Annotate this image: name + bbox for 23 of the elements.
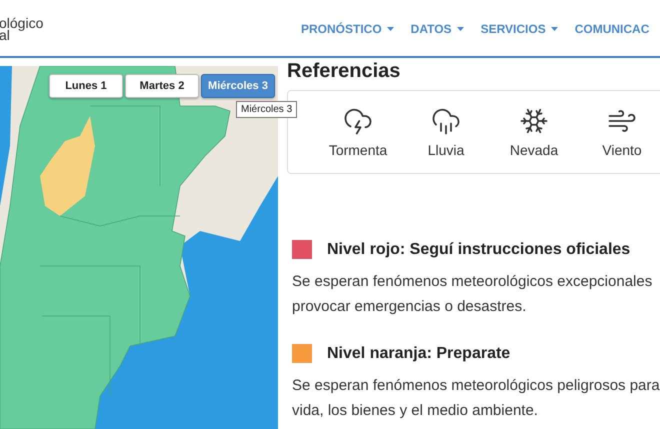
day-tab[interactable]: Lunes 1: [49, 74, 123, 98]
nav-link[interactable]: COMUNICAC: [574, 22, 650, 36]
level-description: Se esperan fenómenos meteorológicos excepcionales provocar emergencias o desastres.: [292, 272, 654, 317]
nav-link[interactable]: DATOS: [410, 22, 464, 36]
nav-link[interactable]: PRONÓSTICO: [301, 22, 394, 36]
phenomenon-label: Tormenta: [328, 142, 388, 158]
snowflake-icon: [519, 106, 549, 136]
day-tab[interactable]: Miércoles 3: [201, 74, 275, 98]
phenomenon-label: Viento: [602, 142, 642, 158]
storm-cloud-icon: [343, 106, 373, 136]
tooltip: Miércoles 3: [236, 101, 298, 118]
level-title: Nivel rojo: Seguí instrucciones oficiales: [327, 240, 630, 258]
phenomenon-label: Nevada: [510, 142, 558, 158]
nav-link[interactable]: SERVICIOS: [480, 22, 558, 36]
caret-icon: [386, 27, 394, 31]
rain-cloud-icon: [431, 106, 461, 136]
phenomenon-label: Lluvia: [428, 142, 464, 158]
caret-icon: [456, 27, 464, 31]
caret-icon: [550, 27, 558, 31]
level-description: Se esperan fenómenos meteorológicos peligrosos para vida, los bienes y el medio ambiente.: [292, 376, 660, 421]
day-tab[interactable]: Martes 2: [125, 74, 199, 98]
level-title: Nivel naranja: Preparate: [327, 344, 510, 362]
section-heading: Referencias: [287, 59, 402, 82]
